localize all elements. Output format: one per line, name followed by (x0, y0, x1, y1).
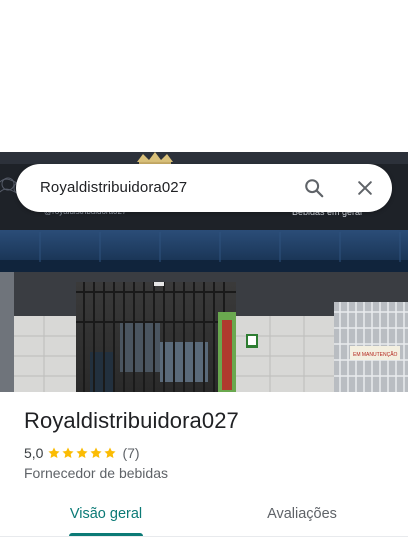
clear-search-button[interactable] (351, 174, 379, 202)
tab-overview[interactable]: Visão geral (62, 492, 150, 536)
notice-text: EM MANUTENÇÃO (353, 351, 398, 358)
star-icon (76, 447, 89, 459)
search-icon (305, 179, 324, 198)
star-icon (62, 447, 75, 459)
place-category[interactable]: Fornecedor de bebidas (24, 465, 168, 481)
tab-reviews[interactable]: Avaliações (258, 492, 346, 536)
place-title: Royaldistribuidora027 (24, 408, 239, 433)
close-icon (358, 181, 372, 195)
rating-stars (47, 446, 117, 460)
search-bar[interactable]: Royaldistribuidora027 (16, 164, 392, 212)
search-input[interactable]: Royaldistribuidora027 (40, 164, 187, 212)
blank-header-area (0, 0, 408, 152)
rating-value: 5,0 (24, 445, 44, 461)
star-icon (104, 447, 117, 459)
review-count[interactable]: (7) (122, 445, 139, 461)
tab-divider (0, 536, 408, 537)
tab-bar: Visão geral Avaliações (0, 492, 408, 544)
star-icon (90, 447, 103, 459)
rating-row[interactable]: 5,0 (7) (24, 444, 140, 462)
search-button[interactable] (300, 174, 328, 202)
star-icon (48, 447, 61, 459)
